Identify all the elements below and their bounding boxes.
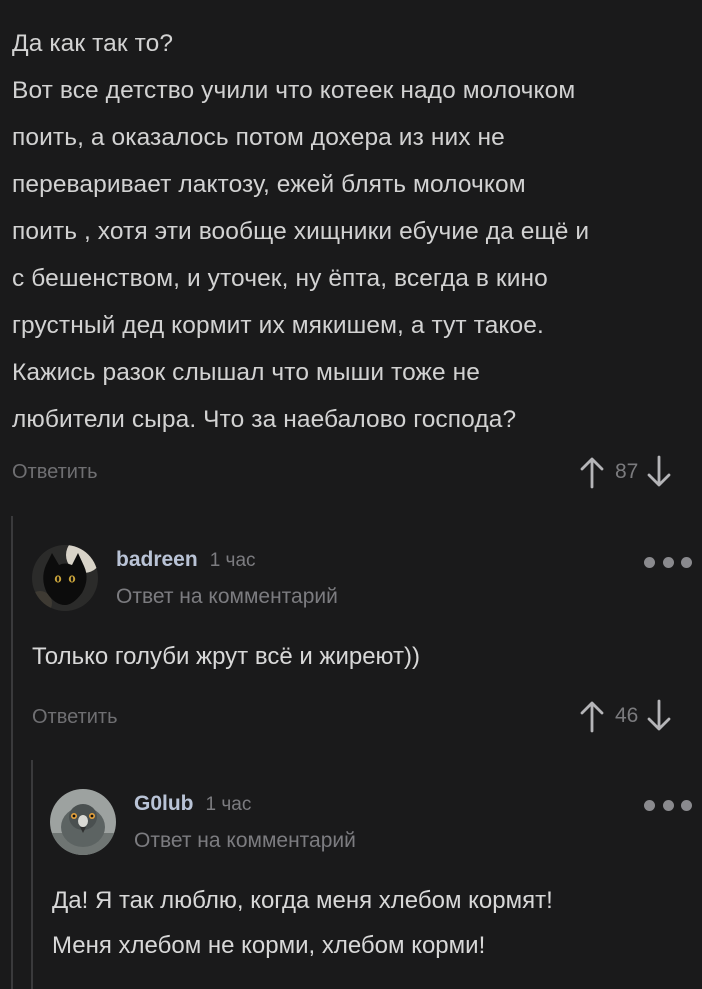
more-options-icon[interactable] [644, 552, 692, 572]
reply-text: Только голуби жрут всё и жиреют)) [32, 634, 420, 679]
comment-line: Только голуби жрут всё и жиреют)) [32, 643, 421, 670]
pigeon-avatar-icon [50, 789, 116, 855]
dot-icon [644, 799, 655, 811]
reply-button[interactable]: Ответить [32, 706, 118, 729]
reply-text: Да! Я так люблю, когда меня хлебом кормя… [52, 878, 553, 968]
comment-line: Кажись разок слышал что мыши тоже не [12, 359, 481, 386]
black-cat-avatar-icon [32, 545, 98, 611]
comment-line: поить , хотя эти вообще хищники ебучие д… [12, 218, 590, 245]
comment-line: грустный дед кормит их мякишем, а тут та… [12, 312, 544, 339]
more-options-icon[interactable] [644, 795, 692, 815]
comment-line: поить, а оказалось потом дохера из них н… [12, 124, 505, 151]
comment-line: Меня хлебом не корми, хлебом корми! [52, 932, 486, 959]
main-comment-rating: 87 [579, 455, 672, 489]
author-row: G0lub 1 час [134, 792, 251, 816]
avatar[interactable] [50, 789, 116, 855]
author-name[interactable]: badreen [116, 548, 198, 572]
dot-icon [644, 556, 655, 568]
reply-to-link[interactable]: Ответ на комментарий [134, 829, 356, 853]
thread-line[interactable] [31, 760, 33, 989]
reply-button[interactable]: Ответить [12, 461, 98, 484]
main-comment-actions: Ответить [12, 452, 98, 492]
author-name[interactable]: G0lub [134, 792, 194, 816]
author-row: badreen 1 час [116, 548, 256, 572]
upvote-arrow-icon[interactable] [579, 455, 605, 489]
comment-line: с бешенством, и уточек, ну ёпта, всегда … [12, 265, 548, 292]
reply-rating: 46 [579, 699, 672, 733]
comment-line: Вот все детство учили что котеек надо мо… [12, 77, 576, 104]
timestamp[interactable]: 1 час [210, 550, 256, 572]
reply-actions: Ответить [32, 697, 118, 737]
comment-line: Да как так то? [12, 30, 174, 57]
downvote-arrow-icon[interactable] [646, 455, 672, 489]
dot-icon [662, 799, 674, 811]
comment-line: переваривает лактозу, ежей блять молочко… [12, 171, 526, 198]
score: 46 [615, 704, 639, 727]
upvote-arrow-icon[interactable] [579, 699, 605, 733]
reply-to-link[interactable]: Ответ на комментарий [116, 585, 338, 609]
main-comment-text: Да как так то? Вот все детство учили что… [12, 20, 696, 443]
thread-line[interactable] [11, 516, 13, 989]
avatar[interactable] [32, 545, 98, 611]
comment-line: любители сыра. Что за наебалово господа? [12, 406, 517, 433]
dot-icon [662, 556, 674, 568]
comment-line: Да! Я так люблю, когда меня хлебом кормя… [52, 887, 553, 914]
timestamp[interactable]: 1 час [206, 794, 252, 816]
score: 87 [615, 460, 639, 483]
dot-icon [681, 799, 692, 811]
downvote-arrow-icon[interactable] [646, 699, 672, 733]
dot-icon [681, 556, 692, 568]
